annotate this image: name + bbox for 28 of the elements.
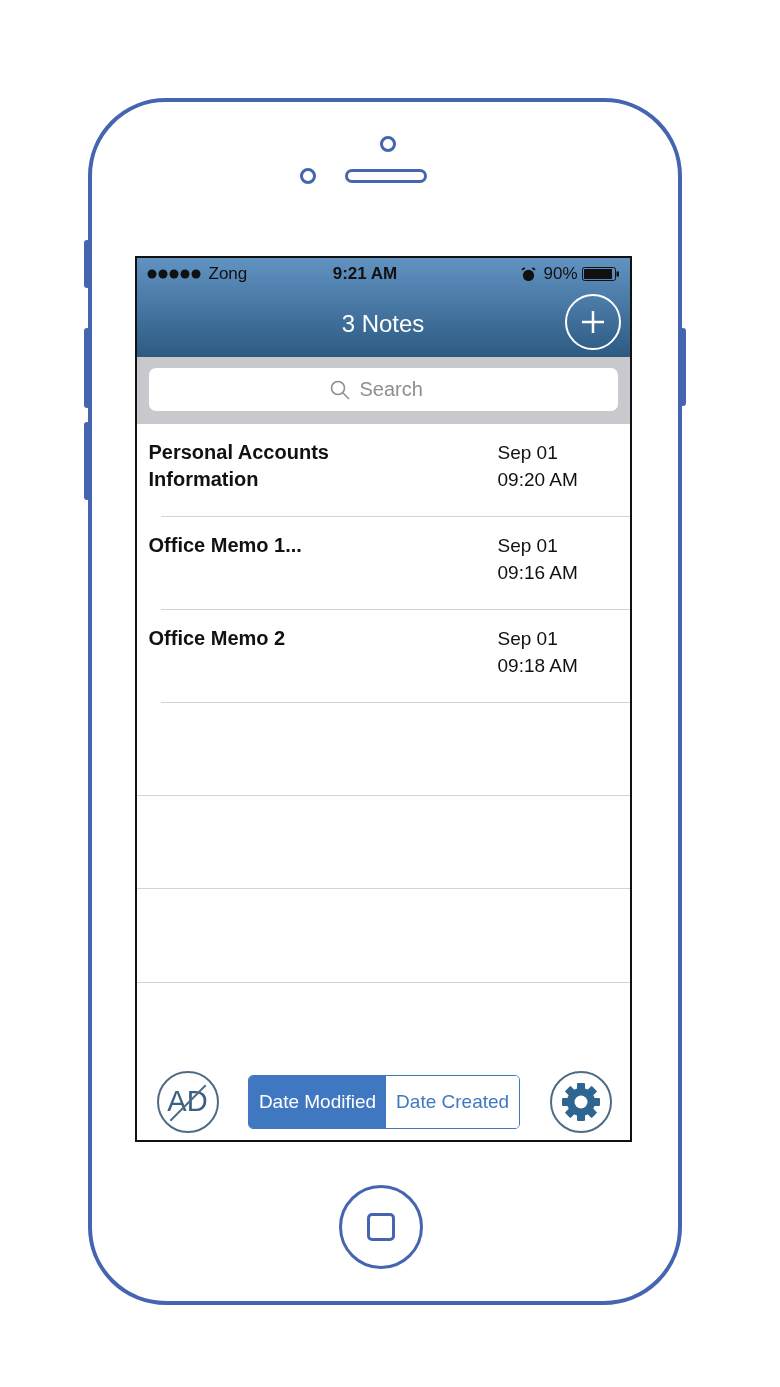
plus-icon bbox=[579, 309, 606, 335]
sensor-icon bbox=[300, 168, 316, 184]
clock-label: 9:21 AM bbox=[332, 264, 398, 284]
add-button[interactable] bbox=[564, 294, 621, 350]
sort-tab[interactable]: Date Modified bbox=[248, 1075, 387, 1128]
note-time: 09:16 AM bbox=[497, 561, 579, 585]
note-title: Personal Accounts Information bbox=[148, 440, 330, 492]
nav-title: 3 Notes bbox=[341, 309, 425, 338]
note-date: Sep 01 bbox=[497, 534, 559, 558]
alarm-icon bbox=[521, 266, 537, 282]
battery-icon bbox=[581, 267, 620, 281]
note-title: Office Memo 1... bbox=[148, 533, 303, 558]
carrier-label: Zong bbox=[208, 264, 249, 284]
note-row[interactable]: Personal Accounts Information Sep 01 09:20 AM bbox=[136, 424, 630, 517]
signal-icon bbox=[146, 269, 203, 279]
note-row[interactable]: Office Memo 1... Sep 01 09:16 AM bbox=[136, 517, 630, 610]
note-time: 09:20 AM bbox=[497, 468, 579, 492]
note-date: Sep 01 bbox=[497, 627, 559, 651]
note-date: Sep 01 bbox=[497, 441, 559, 465]
note-time: 09:18 AM bbox=[497, 654, 579, 678]
speaker-icon bbox=[345, 169, 427, 183]
camera-icon bbox=[380, 136, 396, 152]
settings-icon bbox=[560, 1081, 601, 1122]
search-icon bbox=[329, 379, 350, 400]
battery-percent: 90% bbox=[543, 264, 578, 284]
search-field[interactable]: Search bbox=[357, 377, 437, 402]
note-row[interactable]: Office Memo 2 Sep 01 09:18 AM bbox=[136, 610, 630, 703]
note-title: Office Memo 2 bbox=[148, 626, 287, 651]
